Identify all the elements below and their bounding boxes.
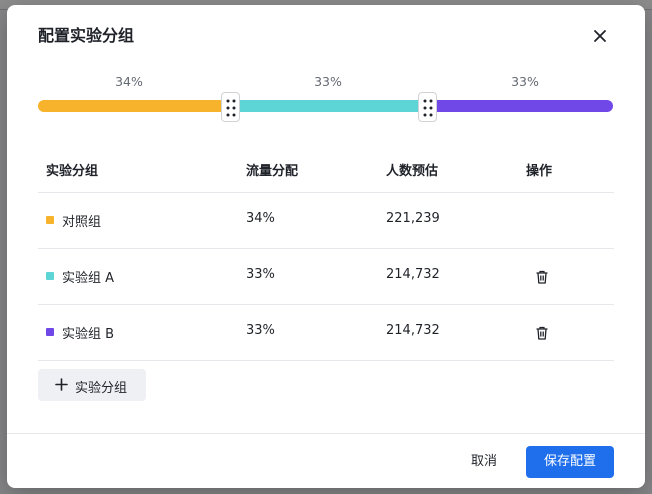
dialog-title: 配置实验分组 [38, 26, 135, 45]
split-label-group-b: 33% [511, 74, 539, 89]
add-group-button[interactable]: 实验分组 [38, 369, 146, 401]
drag-handle-icon [226, 99, 236, 117]
group-name: 实验组 A [62, 271, 115, 286]
group-color-swatch [46, 328, 54, 336]
group-traffic: 33% [246, 323, 275, 338]
trash-icon[interactable] [534, 325, 550, 341]
split-handle-1[interactable] [221, 92, 240, 122]
group-name: 对照组 [62, 215, 102, 230]
group-color-swatch [46, 216, 54, 224]
group-traffic: 34% [246, 211, 275, 226]
group-name: 实验组 B [62, 327, 115, 342]
group-color-swatch [46, 272, 54, 280]
column-header-estimate: 人数预估 [386, 164, 439, 179]
table-divider [38, 304, 614, 305]
table-divider [38, 192, 614, 193]
group-estimate: 221,239 [386, 211, 440, 226]
column-header-actions: 操作 [526, 164, 553, 179]
split-segment-group-b [427, 100, 613, 112]
group-estimate: 214,732 [386, 323, 440, 338]
split-segment-group-a [230, 100, 427, 112]
config-groups-dialog: 配置实验分组 34% 33% 33% 实验分组 流量分配 人数预估 操作 对照组… [7, 5, 645, 488]
group-traffic: 33% [246, 267, 275, 282]
trash-icon[interactable] [534, 269, 550, 285]
plus-icon [55, 378, 68, 391]
drag-handle-icon [423, 99, 433, 117]
split-handle-2[interactable] [418, 92, 437, 122]
split-label-control: 34% [115, 74, 143, 89]
group-estimate: 214,732 [386, 267, 440, 282]
close-icon[interactable] [591, 27, 609, 45]
add-group-label: 实验分组 [75, 381, 128, 396]
split-label-group-a: 33% [314, 74, 342, 89]
split-segment-control [38, 100, 230, 112]
column-header-traffic: 流量分配 [246, 164, 299, 179]
save-config-button[interactable]: 保存配置 [526, 446, 614, 478]
table-divider [38, 248, 614, 249]
cancel-button[interactable]: 取消 [459, 447, 509, 477]
table-divider [38, 360, 614, 361]
column-header-group: 实验分组 [46, 164, 99, 179]
footer-divider [7, 433, 645, 434]
